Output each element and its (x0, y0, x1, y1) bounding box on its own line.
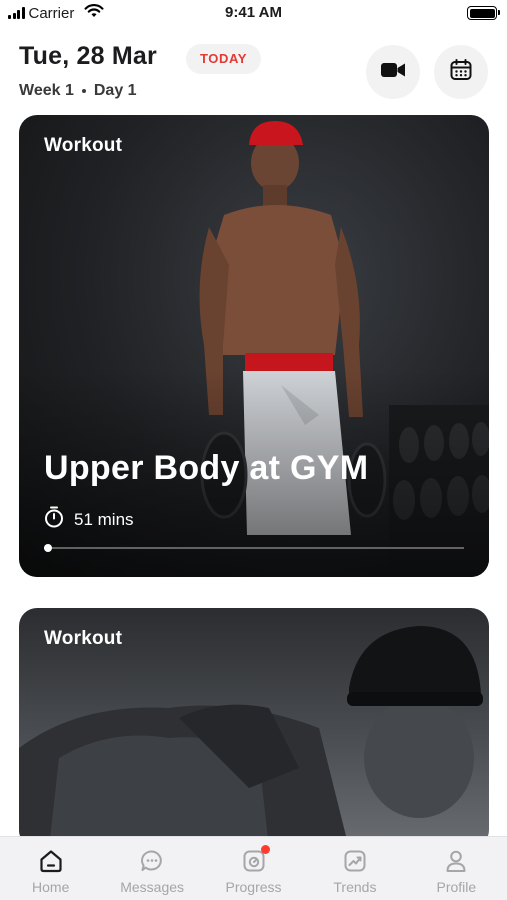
card-title: Upper Body at GYM (44, 449, 369, 487)
tab-messages[interactable]: Messages (101, 837, 202, 900)
tab-profile[interactable]: Profile (406, 837, 507, 900)
chat-bubble-icon (138, 847, 166, 875)
bottom-tab-bar: Home Messages Progress Trends Profile (0, 836, 507, 900)
notification-dot (260, 845, 270, 854)
workout-card-2[interactable]: Workout (19, 608, 489, 848)
duration-row: 51 mins (44, 506, 134, 533)
workout-progress-bar[interactable] (44, 544, 464, 552)
video-camera-icon (380, 61, 406, 84)
video-button[interactable] (366, 45, 420, 99)
tab-progress[interactable]: Progress (203, 837, 304, 900)
battery-icon (467, 6, 500, 20)
duration-label: 51 mins (74, 509, 134, 529)
progress-icon (240, 845, 270, 875)
page-title-date: Tue, 28 Mar (19, 42, 157, 70)
week-day-subtitle: Week 1 Day 1 (19, 82, 137, 100)
tab-label: Progress (225, 879, 282, 895)
separator-dot (81, 89, 86, 93)
tab-label: Trends (333, 879, 377, 895)
week-label: Week 1 (19, 82, 74, 99)
status-time: 9:41 AM (225, 4, 282, 21)
day-label: Day 1 (93, 82, 137, 99)
card-category-label: Workout (44, 628, 123, 649)
stopwatch-icon (44, 506, 64, 533)
tab-trends[interactable]: Trends (304, 837, 405, 900)
card-category-label: Workout (44, 135, 123, 156)
header: Tue, 28 Mar TODAY Week 1 Day 1 (19, 38, 488, 108)
tab-label: Home (32, 879, 70, 895)
tab-label: Messages (120, 879, 185, 895)
workout-card-upper-body[interactable]: Workout Upper Body at GYM 51 mins (19, 115, 489, 577)
profile-icon (442, 847, 470, 875)
today-badge[interactable]: TODAY (186, 44, 262, 74)
status-bar: Carrier 9:41 AM (0, 0, 507, 26)
calendar-icon (449, 58, 473, 87)
tab-home[interactable]: Home (0, 837, 101, 900)
calendar-button[interactable] (434, 45, 488, 99)
trends-icon (341, 847, 369, 875)
home-icon (37, 847, 65, 875)
tab-label: Profile (436, 879, 477, 895)
